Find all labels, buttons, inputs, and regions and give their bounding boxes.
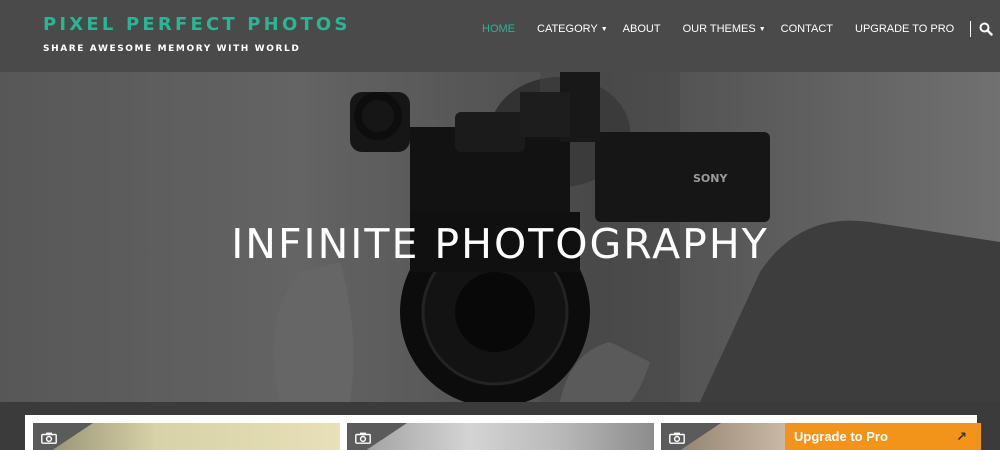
upgrade-to-pro-button[interactable]: Upgrade to Pro ↗: [785, 423, 981, 450]
nav-item-home[interactable]: HOME: [482, 23, 515, 35]
nav-item-label: CATEGORY: [537, 23, 598, 35]
post-card[interactable]: [33, 423, 340, 450]
camera-icon: [669, 431, 685, 449]
nav-item-label: OUR THEMES: [682, 23, 756, 35]
camera-icon: [41, 431, 57, 449]
chevron-down-icon: ▼: [758, 25, 766, 33]
hero-banner: SONY INFINITE PHOTOGRAPHY: [0, 72, 1000, 402]
upgrade-label: Upgrade to Pro: [794, 429, 888, 444]
nav-item-upgrade-to-pro[interactable]: UPGRADE TO PRO: [855, 23, 954, 35]
main-nav: HOME CATEGORY ▼ ABOUT OUR THEMES ▼ CONTA…: [482, 21, 993, 37]
hero-title: INFINITE PHOTOGRAPHY: [231, 220, 769, 268]
nav-item-our-themes[interactable]: OUR THEMES ▼: [683, 23, 766, 35]
chevron-down-icon: ▼: [600, 25, 608, 33]
nav-item-label: CONTACT: [780, 23, 833, 35]
nav-item-category[interactable]: CATEGORY ▼: [537, 23, 608, 35]
arrow-icon: ↗: [956, 429, 967, 444]
nav-item-contact[interactable]: CONTACT: [781, 23, 833, 35]
post-card[interactable]: [347, 423, 654, 450]
site-header: PIXEL PERFECT PHOTOS SHARE AWESOME MEMOR…: [0, 0, 1000, 72]
search-icon[interactable]: [979, 22, 993, 36]
nav-item-about[interactable]: ABOUT: [623, 23, 661, 35]
nav-item-label: HOME: [482, 23, 515, 35]
camera-icon: [355, 431, 371, 449]
nav-item-label: UPGRADE TO PRO: [855, 23, 955, 35]
site-tagline: SHARE AWESOME MEMORY WITH WORLD: [43, 44, 301, 54]
nav-divider: [970, 21, 972, 37]
site-title[interactable]: PIXEL PERFECT PHOTOS: [43, 14, 351, 35]
nav-item-label: ABOUT: [622, 23, 661, 35]
